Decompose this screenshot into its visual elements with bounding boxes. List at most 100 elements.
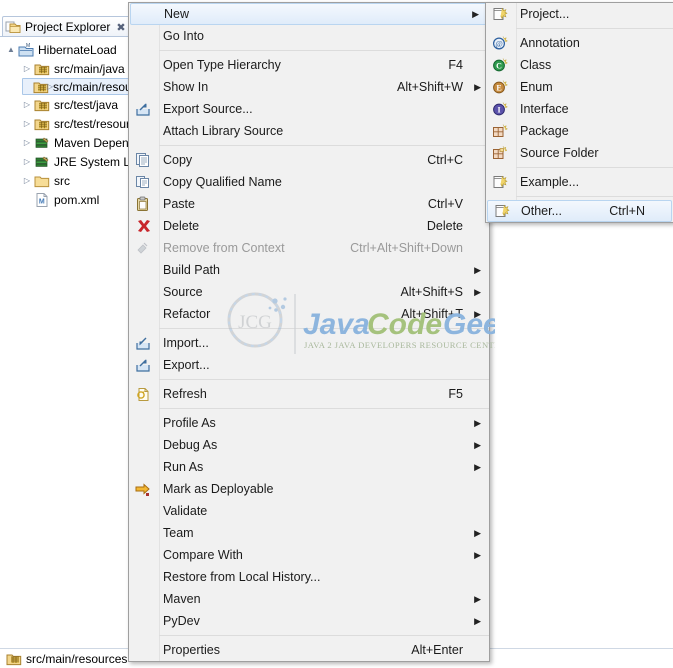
menu-item-package[interactable]: Package ▶ xyxy=(486,120,673,142)
menu-item-label: Debug As xyxy=(163,438,218,452)
export-source-icon xyxy=(135,101,151,117)
submenu-arrow-icon: ▶ xyxy=(653,9,665,20)
tree-item-label: src/main/java xyxy=(54,61,125,76)
menu-item-label: Refresh xyxy=(163,387,207,401)
menu-item-team[interactable]: Team ▶ xyxy=(129,522,489,544)
menu-item-build-path[interactable]: Build Path ▶ xyxy=(129,259,489,281)
menu-item-label: Annotation xyxy=(520,36,580,50)
menu-item-copy[interactable]: Copy Ctrl+C ▶ xyxy=(129,149,489,171)
submenu-arrow-icon: ▶ xyxy=(653,126,665,137)
submenu-arrow-icon: ▶ xyxy=(469,389,481,400)
tree-twisty-icon[interactable]: ▷ xyxy=(43,82,57,91)
menu-item-export-source[interactable]: Export Source... ▶ xyxy=(129,98,489,120)
menu-item-refactor[interactable]: Refactor Alt+Shift+T ▶ xyxy=(129,303,489,325)
menu-item-new[interactable]: New ▶ xyxy=(130,3,488,25)
menu-item-label: Mark as Deployable xyxy=(163,482,274,496)
menu-item-maven[interactable]: Maven ▶ xyxy=(129,588,489,610)
menu-separator xyxy=(159,50,489,51)
new-submenu[interactable]: Project... ▶ @ Annotation ▶ C Class ▶ E Enum ▶ I Int… xyxy=(485,2,673,223)
menu-item-restore-from-local-history[interactable]: Restore from Local History... ▶ xyxy=(129,566,489,588)
submenu-arrow-icon: ▶ xyxy=(653,177,665,188)
menu-item-run-as[interactable]: Run As ▶ xyxy=(129,456,489,478)
menu-item-refresh[interactable]: Refresh F5 ▶ xyxy=(129,383,489,405)
tree-twisty-icon[interactable]: ▷ xyxy=(20,100,34,109)
menu-item-label: PyDev xyxy=(163,614,200,628)
menu-item-debug-as[interactable]: Debug As ▶ xyxy=(129,434,489,456)
menu-item-properties[interactable]: Properties Alt+Enter ▶ xyxy=(129,639,489,661)
tree-twisty-icon[interactable]: ▷ xyxy=(20,176,34,185)
tree-twisty-icon[interactable]: ▷ xyxy=(20,64,34,73)
menu-item-open-type-hierarchy[interactable]: Open Type Hierarchy F4 ▶ xyxy=(129,54,489,76)
menu-item-label: Open Type Hierarchy xyxy=(163,58,281,72)
submenu-arrow-icon: ▶ xyxy=(653,104,665,115)
context-menu[interactable]: New▶Go Into▶Open Type HierarchyF4▶Show I… xyxy=(128,2,490,662)
tree-twisty-icon[interactable]: ▷ xyxy=(20,119,34,128)
tree-item-label: HibernateLoad xyxy=(38,42,117,57)
submenu-arrow-icon: ▶ xyxy=(474,549,481,560)
submenu-arrow-icon: ▶ xyxy=(469,484,481,495)
menu-item-enum[interactable]: E Enum ▶ xyxy=(486,76,673,98)
menu-item-label: Project... xyxy=(520,7,570,21)
menu-item-accelerator: Alt+Shift+S xyxy=(400,285,463,299)
menu-item-compare-with[interactable]: Compare With ▶ xyxy=(129,544,489,566)
menu-item-label: Export... xyxy=(163,358,210,372)
submenu-arrow-icon: ▶ xyxy=(469,199,481,210)
menu-item-attach-library-source[interactable]: Attach Library Source ▶ xyxy=(129,120,489,142)
new-project-icon xyxy=(492,6,508,22)
tab-project-explorer[interactable]: Project Explorer ✖ xyxy=(2,16,131,37)
submenu-arrow-icon: ▶ xyxy=(469,572,481,583)
menu-item-profile-as[interactable]: Profile As ▶ xyxy=(129,412,489,434)
export-icon xyxy=(135,357,151,373)
menu-item-copy-qualified-name[interactable]: Copy Qualified Name ▶ xyxy=(129,171,489,193)
menu-item-annotation[interactable]: @ Annotation ▶ xyxy=(486,32,673,54)
menu-item-source-folder[interactable]: Source Folder ▶ xyxy=(486,142,673,164)
tree-twisty-icon[interactable]: ▷ xyxy=(20,157,34,166)
menu-item-accelerator: Ctrl+Alt+Shift+Down xyxy=(350,241,463,255)
tree-twisty-icon[interactable]: ▷ xyxy=(20,138,34,147)
new-submenu-items: Project... ▶ @ Annotation ▶ C Class ▶ E Enum ▶ I Int… xyxy=(486,3,673,222)
menu-item-label: Validate xyxy=(163,504,208,518)
source-folder-icon xyxy=(34,97,50,113)
close-icon[interactable]: ✖ xyxy=(116,21,125,34)
new-interface-icon: I xyxy=(492,101,508,117)
menu-item-paste[interactable]: Paste Ctrl+V ▶ xyxy=(129,193,489,215)
menu-item-delete[interactable]: Delete Delete ▶ xyxy=(129,215,489,237)
menu-item-import[interactable]: Import... ▶ xyxy=(129,332,489,354)
menu-item-label: Export Source... xyxy=(163,102,253,116)
submenu-arrow-icon: ▶ xyxy=(653,148,665,159)
submenu-arrow-icon: ▶ xyxy=(469,360,481,371)
new-annotation-icon: @ xyxy=(492,35,508,51)
menu-item-pydev[interactable]: PyDev ▶ xyxy=(129,610,489,632)
menu-item-go-into[interactable]: Go Into ▶ xyxy=(129,25,489,47)
menu-item-mark-as-deployable[interactable]: Mark as Deployable ▶ xyxy=(129,478,489,500)
menu-item-remove-from-context: Remove from Context Ctrl+Alt+Shift+Down ▶ xyxy=(129,237,489,259)
menu-item-accelerator: Delete xyxy=(426,219,463,233)
context-menu-items: New▶Go Into▶Open Type HierarchyF4▶Show I… xyxy=(129,3,489,661)
source-folder-icon xyxy=(6,651,22,667)
submenu-arrow-icon: ▶ xyxy=(474,593,481,604)
menu-item-accelerator: Ctrl+C xyxy=(427,153,463,167)
menu-item-label: Example... xyxy=(520,175,580,189)
folder-icon xyxy=(34,173,50,189)
submenu-arrow-icon: ▶ xyxy=(469,60,481,71)
menu-item-show-in[interactable]: Show In Alt+Shift+W ▶ xyxy=(129,76,489,98)
menu-item-source[interactable]: Source Alt+Shift+S ▶ xyxy=(129,281,489,303)
menu-item-label: Source Folder xyxy=(520,146,599,160)
menu-item-interface[interactable]: I Interface ▶ xyxy=(486,98,673,120)
svg-text:M: M xyxy=(26,43,30,49)
tree-twisty-icon[interactable]: ▲ xyxy=(4,45,18,54)
menu-item-class[interactable]: C Class ▶ xyxy=(486,54,673,76)
menu-item-validate[interactable]: Validate ▶ xyxy=(129,500,489,522)
svg-text:M: M xyxy=(39,198,45,205)
submenu-arrow-icon: ▶ xyxy=(474,461,481,472)
menu-item-other[interactable]: Other... Ctrl+N ▶ xyxy=(487,200,672,222)
paste-icon xyxy=(135,196,151,212)
tab-label: Project Explorer xyxy=(25,20,111,34)
menu-item-project[interactable]: Project... ▶ xyxy=(486,3,673,25)
tree-item-label: src/test/java xyxy=(54,97,119,112)
menu-item-label: Go Into xyxy=(163,29,204,43)
submenu-arrow-icon: ▶ xyxy=(653,38,665,49)
menu-item-export[interactable]: Export... ▶ xyxy=(129,354,489,376)
new-package-icon xyxy=(492,123,508,139)
menu-item-example[interactable]: Example... ▶ xyxy=(486,171,673,193)
